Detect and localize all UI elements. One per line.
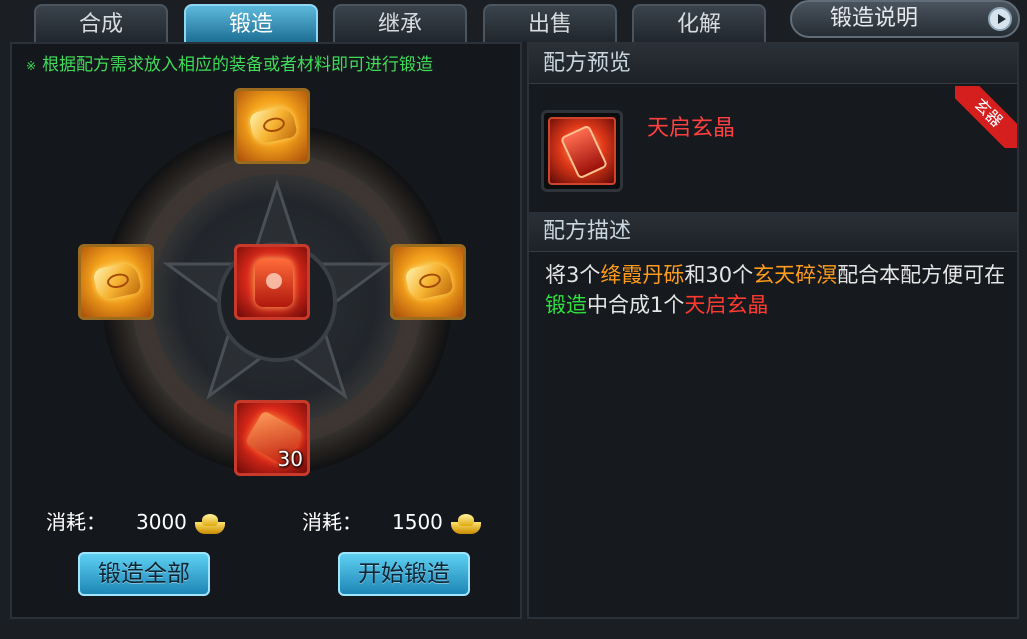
desc-part: 绛霞丹砾 [600, 263, 685, 287]
forge-hint: ※ 根据配方需求放入相应的装备或者材料即可进行锻造 [26, 50, 433, 75]
desc-part: 锻造 [545, 293, 587, 317]
arrow-right-icon [988, 7, 1012, 31]
rarity-badge-label: 玄器 [955, 86, 1017, 148]
cost-all: 消耗： 3000 [46, 506, 225, 535]
tab-synthesize[interactable]: 合成 [34, 4, 168, 42]
material-slot-left[interactable] [78, 244, 154, 320]
tab-forge[interactable]: 锻造 [184, 4, 318, 42]
preview-title: 配方预览 [529, 44, 1017, 84]
tab-inherit[interactable]: 继承 [333, 4, 467, 42]
tab-dissolve[interactable]: 化解 [632, 4, 766, 42]
start-forge-button[interactable]: 开始锻造 [338, 552, 470, 596]
preview-item-slot[interactable] [541, 110, 623, 192]
recipe-description: 将3个绛霞丹砾和30个玄天碎溟配合本配方便可在锻造中合成1个天启玄晶 [545, 260, 1010, 320]
material-slot-bottom[interactable]: 30 [234, 400, 310, 476]
cost-all-label: 消耗： [46, 510, 106, 534]
forge-hint-text: 根据配方需求放入相应的装备或者材料即可进行锻造 [42, 55, 434, 75]
cost-single-label: 消耗： [302, 510, 362, 534]
cost-single: 消耗： 1500 [302, 506, 481, 535]
gold-ingot-icon [194, 513, 225, 534]
desc-part: 将3个 [545, 263, 601, 287]
hint-mark: ※ [26, 59, 37, 73]
recipe-center-slot[interactable] [234, 244, 310, 320]
forge-panel: ※ 根据配方需求放入相应的装备或者材料即可进行锻造 30 消耗： 3000 消耗： 1… [10, 42, 522, 619]
material-slot-right[interactable] [390, 244, 466, 320]
description-title: 配方描述 [529, 212, 1017, 252]
tab-sell[interactable]: 出售 [483, 4, 617, 42]
cost-all-value: 3000 [136, 510, 187, 534]
forge-help-label: 锻造说明 [830, 6, 919, 31]
gem-icon [248, 104, 298, 146]
forge-help-button[interactable]: 锻造说明 [790, 0, 1020, 38]
item-count: 30 [277, 447, 303, 471]
gem-icon [92, 260, 142, 302]
forge-all-button[interactable]: 锻造全部 [78, 552, 210, 596]
rarity-badge: 玄器 [955, 86, 1017, 148]
material-slot-top[interactable] [234, 88, 310, 164]
desc-part: 玄天碎溟 [753, 263, 838, 287]
gem-icon [404, 260, 454, 302]
preview-item-name: 天启玄晶 [647, 116, 736, 141]
desc-part: 配合本配方便可在 [837, 263, 1006, 287]
gold-ingot-icon [450, 513, 481, 534]
relic-icon [255, 259, 293, 307]
cost-single-value: 1500 [392, 510, 443, 534]
desc-part: 中合成1个 [587, 293, 685, 317]
crystal-icon [548, 117, 616, 185]
desc-part: 和30个 [684, 263, 754, 287]
desc-part: 天启玄晶 [684, 293, 769, 317]
recipe-panel: 配方预览 玄器 天启玄晶 配方描述 将3个绛霞丹砾和30个玄天碎溟配合本配方便可… [527, 42, 1019, 619]
